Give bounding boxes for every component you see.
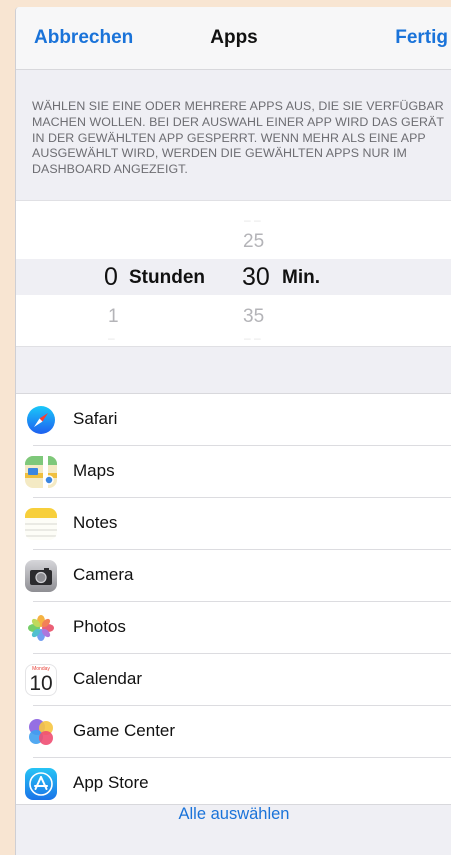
camera-icon [25,560,57,592]
picker-hours-faded: – [108,331,115,345]
page-title: Apps [210,27,258,48]
calendar-icon-date: 10 [29,672,53,695]
game-center-icon [25,716,57,748]
picker-minutes-unit: Min. [282,267,320,288]
list-item-label: Camera [73,565,134,584]
picker-selection-band [16,259,451,295]
app-list: Safari Maps Notes Camera Photos Monday 1… [16,393,451,805]
list-item-safari[interactable]: Safari [16,394,451,446]
picker-minutes-next[interactable]: 35 [243,306,264,328]
calendar-icon: Monday 10 [25,664,57,696]
app-store-icon [25,768,57,800]
list-item-calendar[interactable]: Monday 10 Calendar [16,654,451,706]
picker-minutes-selected[interactable]: 30 [242,263,270,292]
picker-minutes-faded-bottom: – – [244,331,261,345]
picker-minutes-faded: – – [244,213,261,227]
maps-icon [25,456,57,488]
list-item-camera[interactable]: Camera [16,550,451,602]
app-selection-sheet: Abbrechen Apps Fertig WÄHLEN SIE EINE OD… [15,7,451,855]
picker-hours-unit: Stunden [129,267,205,288]
notes-icon [25,508,57,540]
photos-icon [25,612,57,644]
list-item-label: Safari [73,409,118,428]
list-item-label: Calendar [73,669,142,688]
list-item-label: Game Center [73,721,176,740]
picker-minutes-prev[interactable]: 25 [243,231,264,253]
duration-picker[interactable]: – – 25 0 Stunden 30 Min. 1 35 – – – [16,200,451,347]
list-item-label: App Store [73,773,149,792]
picker-hours-selected[interactable]: 0 [104,263,118,292]
safari-icon [25,404,57,436]
list-item-notes[interactable]: Notes [16,498,451,550]
navigation-bar: Abbrechen Apps Fertig [16,7,451,70]
list-item-label: Photos [73,617,126,636]
list-item-game-center[interactable]: Game Center [16,706,451,758]
select-all-button[interactable]: Alle auswählen [16,805,451,824]
section-description: WÄHLEN SIE EINE ODER MEHRERE APPS AUS, D… [32,99,444,177]
list-item-maps[interactable]: Maps [16,446,451,498]
list-item-label: Notes [73,513,118,532]
list-item-label: Maps [73,461,115,480]
done-button[interactable]: Fertig [395,27,448,49]
picker-hours-next[interactable]: 1 [108,306,119,328]
list-item-photos[interactable]: Photos [16,602,451,654]
list-item-app-store[interactable]: App Store [16,758,451,810]
